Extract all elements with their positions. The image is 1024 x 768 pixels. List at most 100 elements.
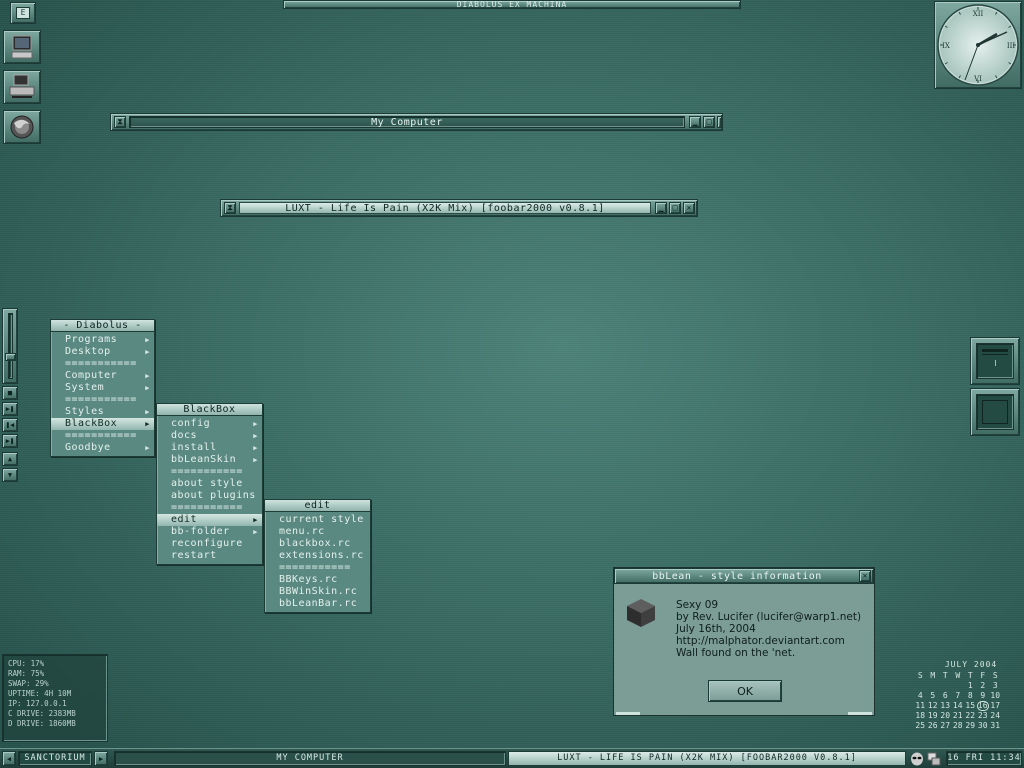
tray-network-icon[interactable] [926, 751, 942, 766]
menu-item-bb-folder[interactable]: bb-folder ▶ [157, 526, 262, 538]
window-menu-button[interactable]: ⧗ [114, 116, 126, 128]
calendar-day[interactable]: 11 [914, 701, 927, 711]
menu-item-bbwinskin-rc[interactable]: BBWinSkin.rc [265, 586, 370, 598]
menu-item-reconfigure[interactable]: reconfigure [157, 538, 262, 550]
menu-item-config[interactable]: config ▶ [157, 418, 262, 430]
my-computer-window[interactable]: ⧗ My Computer ▁ □ [110, 113, 723, 131]
window-title-area[interactable]: My Computer [129, 116, 685, 128]
menu-item-styles[interactable]: Styles ▶ [51, 406, 154, 418]
calendar-day[interactable]: 8 [964, 691, 977, 701]
dialog-resize-left[interactable] [616, 712, 640, 715]
calendar-day[interactable]: 23 [977, 711, 990, 721]
ok-button[interactable]: OK [708, 680, 782, 702]
calendar-day[interactable]: 22 [964, 711, 977, 721]
calendar-day[interactable]: 19 [927, 711, 940, 721]
calendar-day[interactable]: 29 [964, 721, 977, 731]
previous-button[interactable]: ❚◀ [2, 418, 18, 432]
calendar-day[interactable]: 7 [952, 691, 965, 701]
menu-item-programs[interactable]: Programs ▶ [51, 334, 154, 346]
numeral-12: XII [973, 10, 984, 18]
menu-item-restart[interactable]: restart [157, 550, 262, 562]
menu-item-about-plugins[interactable]: about plugins [157, 490, 262, 502]
minimize-button[interactable]: ▁ [655, 202, 667, 214]
menu-item-extensions-rc[interactable]: extensions.rc [265, 550, 370, 562]
calendar-day[interactable]: 6 [939, 691, 952, 701]
menu-item-about-style[interactable]: about style [157, 478, 262, 490]
calendar-day[interactable]: 15 [964, 701, 977, 711]
my-computer-shortcut[interactable] [3, 30, 41, 64]
menu-item-bbleanskin[interactable]: bbLeanSkin ▶ [157, 454, 262, 466]
calendar-day[interactable]: 4 [914, 691, 927, 701]
next-workspace-button[interactable]: ▶ [94, 751, 108, 766]
calendar-day[interactable]: 17 [989, 701, 1002, 711]
minimize-button[interactable]: ▁ [689, 116, 701, 128]
window-title-area[interactable]: LUXT - Life Is Pain (X2K Mix) [foobar200… [239, 202, 651, 214]
calendar-week: 123 [914, 681, 1020, 691]
calendar-day[interactable]: 12 [927, 701, 940, 711]
menu-item-bbleanbar-rc[interactable]: bbLeanBar.rc [265, 598, 370, 610]
volume-slider[interactable] [2, 308, 18, 384]
volume-down-button[interactable]: ▼ [2, 468, 18, 482]
volume-up-button[interactable]: ▲ [2, 452, 18, 466]
menu-item-blackbox[interactable]: BlackBox ▶ [51, 418, 154, 430]
workspace-label[interactable]: SANCTORIUM [18, 751, 92, 766]
menu-item-docs[interactable]: docs ▶ [157, 430, 262, 442]
calendar-day[interactable]: 31 [989, 721, 1002, 731]
workspace-pager-2[interactable] [970, 388, 1020, 436]
dialog-resize-right[interactable] [848, 712, 872, 715]
firefox-shortcut[interactable] [3, 110, 41, 144]
calendar-day[interactable]: 25 [914, 721, 927, 731]
stop-button[interactable]: ■ [2, 386, 18, 400]
maximize-button[interactable]: □ [703, 116, 715, 128]
calendar-day[interactable]: 30 [977, 721, 990, 731]
calendar-day[interactable]: 26 [927, 721, 940, 731]
ip-address: IP: 127.0.0.1 [8, 699, 67, 708]
menu-item-edit[interactable]: edit ▶ [157, 514, 262, 526]
workspace-pager-1[interactable] [970, 337, 1020, 385]
calendar-day[interactable]: 27 [939, 721, 952, 731]
calendar-week: 18 19 20 21 22 23 24 [914, 711, 1020, 721]
calendar-day[interactable]: 3 [989, 681, 1002, 691]
menu-item-blackbox-rc[interactable]: blackbox.rc [265, 538, 370, 550]
calendar-day-today[interactable]: 16 [976, 701, 989, 711]
prev-workspace-button[interactable]: ◀ [2, 751, 16, 766]
play-pause-button[interactable]: ▶❚ [2, 402, 18, 416]
menu-item-install[interactable]: install ▶ [157, 442, 262, 454]
network-shortcut[interactable] [3, 70, 41, 104]
dialog-titlebar[interactable]: bbLean - style information ✕ [614, 568, 874, 584]
calendar-day[interactable]: 18 [914, 711, 927, 721]
calendar-day[interactable]: 14 [952, 701, 965, 711]
next-button[interactable]: ▶❚ [2, 434, 18, 448]
calendar-day[interactable]: 21 [952, 711, 965, 721]
foobar-window[interactable]: ⧗ LUXT - Life Is Pain (X2K Mix) [foobar2… [220, 199, 698, 217]
calendar-day[interactable]: 20 [939, 711, 952, 721]
next-icon: ▶❚ [5, 437, 15, 445]
close-button[interactable] [717, 116, 722, 128]
menu-item-computer[interactable]: Computer ▶ [51, 370, 154, 382]
menu-item-desktop[interactable]: Desktop ▶ [51, 346, 154, 358]
menu-item-menu-rc[interactable]: menu.rc [265, 526, 370, 538]
calendar-day[interactable]: 9 [977, 691, 990, 701]
task-foobar[interactable]: LUXT - LIFE IS PAIN (X2K MIX) [FOOBAR200… [508, 751, 906, 766]
workspace-button[interactable]: E [10, 2, 36, 24]
calendar-day[interactable]: 24 [989, 711, 1002, 721]
calendar-day[interactable]: 10 [989, 691, 1002, 701]
taskbar-clock[interactable]: 16 FRI 11:34 [946, 751, 1022, 766]
menu-item-current-style[interactable]: current style [265, 514, 370, 526]
calendar-day[interactable]: 5 [927, 691, 940, 701]
calendar-week: 11 12 13 14 15 16 17 [914, 701, 1020, 711]
menu-item-bbkeys-rc[interactable]: BBKeys.rc [265, 574, 370, 586]
close-button[interactable]: ✕ [683, 202, 695, 214]
calendar-day[interactable]: 1 [964, 681, 977, 691]
calendar-day[interactable]: 28 [952, 721, 965, 731]
task-my-computer[interactable]: MY COMPUTER [114, 751, 506, 766]
window-menu-button[interactable]: ⧗ [224, 202, 236, 214]
menu-item-goodbye[interactable]: Goodbye ▶ [51, 442, 154, 454]
menu-item-system[interactable]: System ▶ [51, 382, 154, 394]
maximize-button[interactable]: □ [669, 202, 681, 214]
calendar-day[interactable]: 13 [939, 701, 952, 711]
volume-thumb[interactable] [5, 353, 16, 361]
calendar-day[interactable]: 2 [977, 681, 990, 691]
dialog-close-button[interactable]: ✕ [859, 570, 871, 582]
tray-alien-icon[interactable] [909, 751, 925, 766]
